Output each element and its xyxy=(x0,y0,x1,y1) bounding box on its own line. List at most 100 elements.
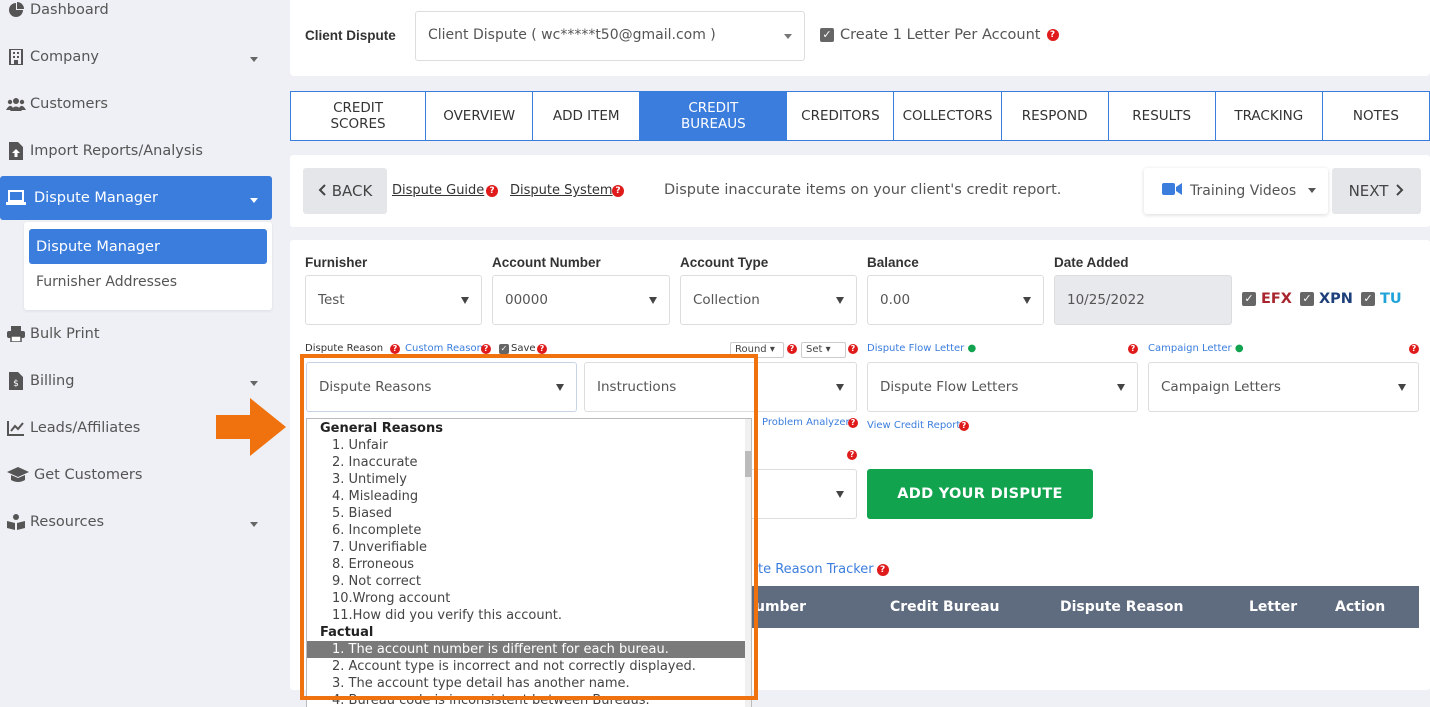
chevron-right-icon xyxy=(1396,182,1404,200)
problem-analyzer-link[interactable]: Problem Analyzer xyxy=(762,417,850,428)
save-checkbox[interactable]: ✓ xyxy=(499,344,509,354)
help-icon[interactable]: ? xyxy=(787,344,797,354)
sidebar-item-resources[interactable]: Resources xyxy=(0,500,272,544)
dispute-reason-tracker-link[interactable]: te Reason Tracker ? xyxy=(758,562,889,577)
chevron-down-icon xyxy=(250,198,258,203)
tab-credit-scores[interactable]: CREDIT SCORES xyxy=(291,92,427,140)
help-icon[interactable]: ? xyxy=(486,185,498,197)
help-icon[interactable]: ? xyxy=(848,344,858,354)
dispute-system-link[interactable]: Dispute System xyxy=(510,183,613,198)
tab-results[interactable]: RESULTS xyxy=(1109,92,1216,140)
sidebar-item-label: Company xyxy=(30,49,99,65)
graduation-cap-icon xyxy=(6,465,30,485)
help-icon[interactable]: ? xyxy=(537,344,547,354)
sidebar-item-company[interactable]: Company xyxy=(0,35,272,79)
account-number-select[interactable]: 00000 xyxy=(492,275,670,325)
tu-checkbox[interactable]: ✓ xyxy=(1361,292,1375,306)
submenu-item-dispute-manager[interactable]: Dispute Manager xyxy=(29,229,267,264)
sidebar: Dashboard Company Customers Import Repor… xyxy=(0,0,280,707)
campaign-letters-value: Campaign Letters xyxy=(1161,379,1281,395)
tab-overview[interactable]: OVERVIEW xyxy=(426,92,534,140)
add-your-dispute-button[interactable]: ADD YOUR DISPUTE xyxy=(867,469,1093,519)
tab-collectors[interactable]: COLLECTORS xyxy=(894,92,1002,140)
help-icon[interactable]: ? xyxy=(1128,344,1138,354)
dispute-manager-submenu: Dispute Manager Furnisher Addresses xyxy=(24,222,272,310)
help-icon[interactable]: ? xyxy=(481,344,491,354)
tab-respond[interactable]: RESPOND xyxy=(1002,92,1109,140)
column-header-credit-bureau: Credit Bureau xyxy=(890,599,1000,615)
tab-tracking[interactable]: TRACKING xyxy=(1216,92,1323,140)
help-icon[interactable]: ? xyxy=(390,344,400,354)
sidebar-item-bulk-print[interactable]: Bulk Print xyxy=(0,312,272,356)
dispute-flow-letters-value: Dispute Flow Letters xyxy=(880,379,1019,395)
next-label: NEXT xyxy=(1348,182,1389,200)
sidebar-item-dashboard[interactable]: Dashboard xyxy=(0,0,272,32)
building-icon xyxy=(6,47,26,67)
sidebar-item-import-reports[interactable]: Import Reports/Analysis xyxy=(0,129,272,173)
sidebar-item-billing[interactable]: $ Billing xyxy=(0,359,272,403)
tab-add-item[interactable]: ADD ITEM xyxy=(533,92,641,140)
create-letter-checkbox[interactable]: ✓ xyxy=(820,28,834,42)
help-icon[interactable]: ? xyxy=(1046,29,1059,41)
campaign-letters-select[interactable]: Campaign Letters xyxy=(1148,362,1419,412)
view-credit-report-link[interactable]: View Credit Report xyxy=(867,420,960,431)
svg-text:$: $ xyxy=(13,379,19,389)
help-icon[interactable]: ? xyxy=(876,563,889,576)
tab-credit-bureaus[interactable]: CREDIT BUREAUS xyxy=(640,92,788,140)
training-videos-dropdown[interactable]: Training Videos xyxy=(1144,168,1328,214)
help-icon[interactable]: ? xyxy=(848,418,858,428)
custom-reason-link[interactable]: Custom Reason xyxy=(405,343,483,354)
sidebar-item-label: Customers xyxy=(30,96,108,112)
bureau-tu[interactable]: ✓ TU xyxy=(1361,291,1402,307)
tracker-label: te Reason Tracker xyxy=(758,562,874,577)
efx-checkbox[interactable]: ✓ xyxy=(1242,292,1256,306)
xpn-checkbox[interactable]: ✓ xyxy=(1300,292,1314,306)
sidebar-item-customers[interactable]: Customers xyxy=(0,82,272,126)
create-letter-label: Create 1 Letter Per Account xyxy=(840,27,1041,43)
chevron-down-icon xyxy=(1308,188,1316,193)
chevron-down-icon xyxy=(784,34,792,39)
help-icon[interactable]: ? xyxy=(847,450,857,460)
book-reader-icon xyxy=(6,512,26,532)
invoice-icon: $ xyxy=(6,371,26,391)
tab-creditors[interactable]: CREDITORS xyxy=(787,92,895,140)
tab-notes[interactable]: NOTES xyxy=(1323,92,1429,140)
video-camera-icon xyxy=(1162,183,1182,199)
client-dispute-value: Client Dispute ( wc*****t50@gmail.com ) xyxy=(428,27,716,43)
furnisher-select[interactable]: Test xyxy=(305,275,482,325)
client-dispute-select[interactable]: Client Dispute ( wc*****t50@gmail.com ) xyxy=(415,11,805,61)
dispute-reason-label: Dispute Reason xyxy=(305,343,384,354)
set-select[interactable]: Set ▾ xyxy=(801,342,846,358)
dispute-flow-letters-select[interactable]: Dispute Flow Letters xyxy=(867,362,1138,412)
balance-value: 0.00 xyxy=(880,292,911,308)
bureau-xpn[interactable]: ✓ XPN xyxy=(1300,291,1353,307)
campaign-letter-label: Campaign Letter ● xyxy=(1148,343,1244,354)
client-dispute-label: Client Dispute xyxy=(305,28,396,43)
date-added-label: Date Added xyxy=(1054,255,1129,270)
help-icon[interactable]: ? xyxy=(959,421,969,431)
sidebar-item-label: Bulk Print xyxy=(30,326,100,342)
dispute-flow-letter-label: Dispute Flow Letter ● xyxy=(867,343,976,354)
sidebar-item-label: Dispute Manager xyxy=(34,190,158,206)
sidebar-item-dispute-manager[interactable]: Dispute Manager xyxy=(0,176,272,220)
sidebar-item-label: Leads/Affiliates xyxy=(30,420,141,436)
column-header-dispute-reason: Dispute Reason xyxy=(1060,599,1184,615)
caret-down-icon xyxy=(836,297,844,304)
help-icon[interactable]: ? xyxy=(612,185,624,197)
date-added-value: 10/25/2022 xyxy=(1067,292,1145,308)
file-upload-icon xyxy=(6,141,26,161)
dispute-guide-link[interactable]: Dispute Guide xyxy=(392,183,484,198)
bureau-efx[interactable]: ✓ EFX xyxy=(1242,291,1292,307)
create-letter-option: ✓ Create 1 Letter Per Account ? xyxy=(820,27,1059,43)
balance-select[interactable]: 0.00 xyxy=(867,275,1044,325)
set-value: Set xyxy=(806,344,823,355)
back-button[interactable]: BACK xyxy=(303,168,387,214)
help-icon[interactable]: ? xyxy=(1409,344,1419,354)
eye-icon: ● xyxy=(967,343,977,354)
submenu-item-furnisher-addresses[interactable]: Furnisher Addresses xyxy=(36,274,177,290)
users-icon xyxy=(6,94,26,114)
account-type-select[interactable]: Collection xyxy=(680,275,857,325)
next-button[interactable]: NEXT xyxy=(1332,168,1421,214)
furnisher-label: Furnisher xyxy=(305,255,368,270)
column-header-action: Action xyxy=(1335,599,1386,615)
